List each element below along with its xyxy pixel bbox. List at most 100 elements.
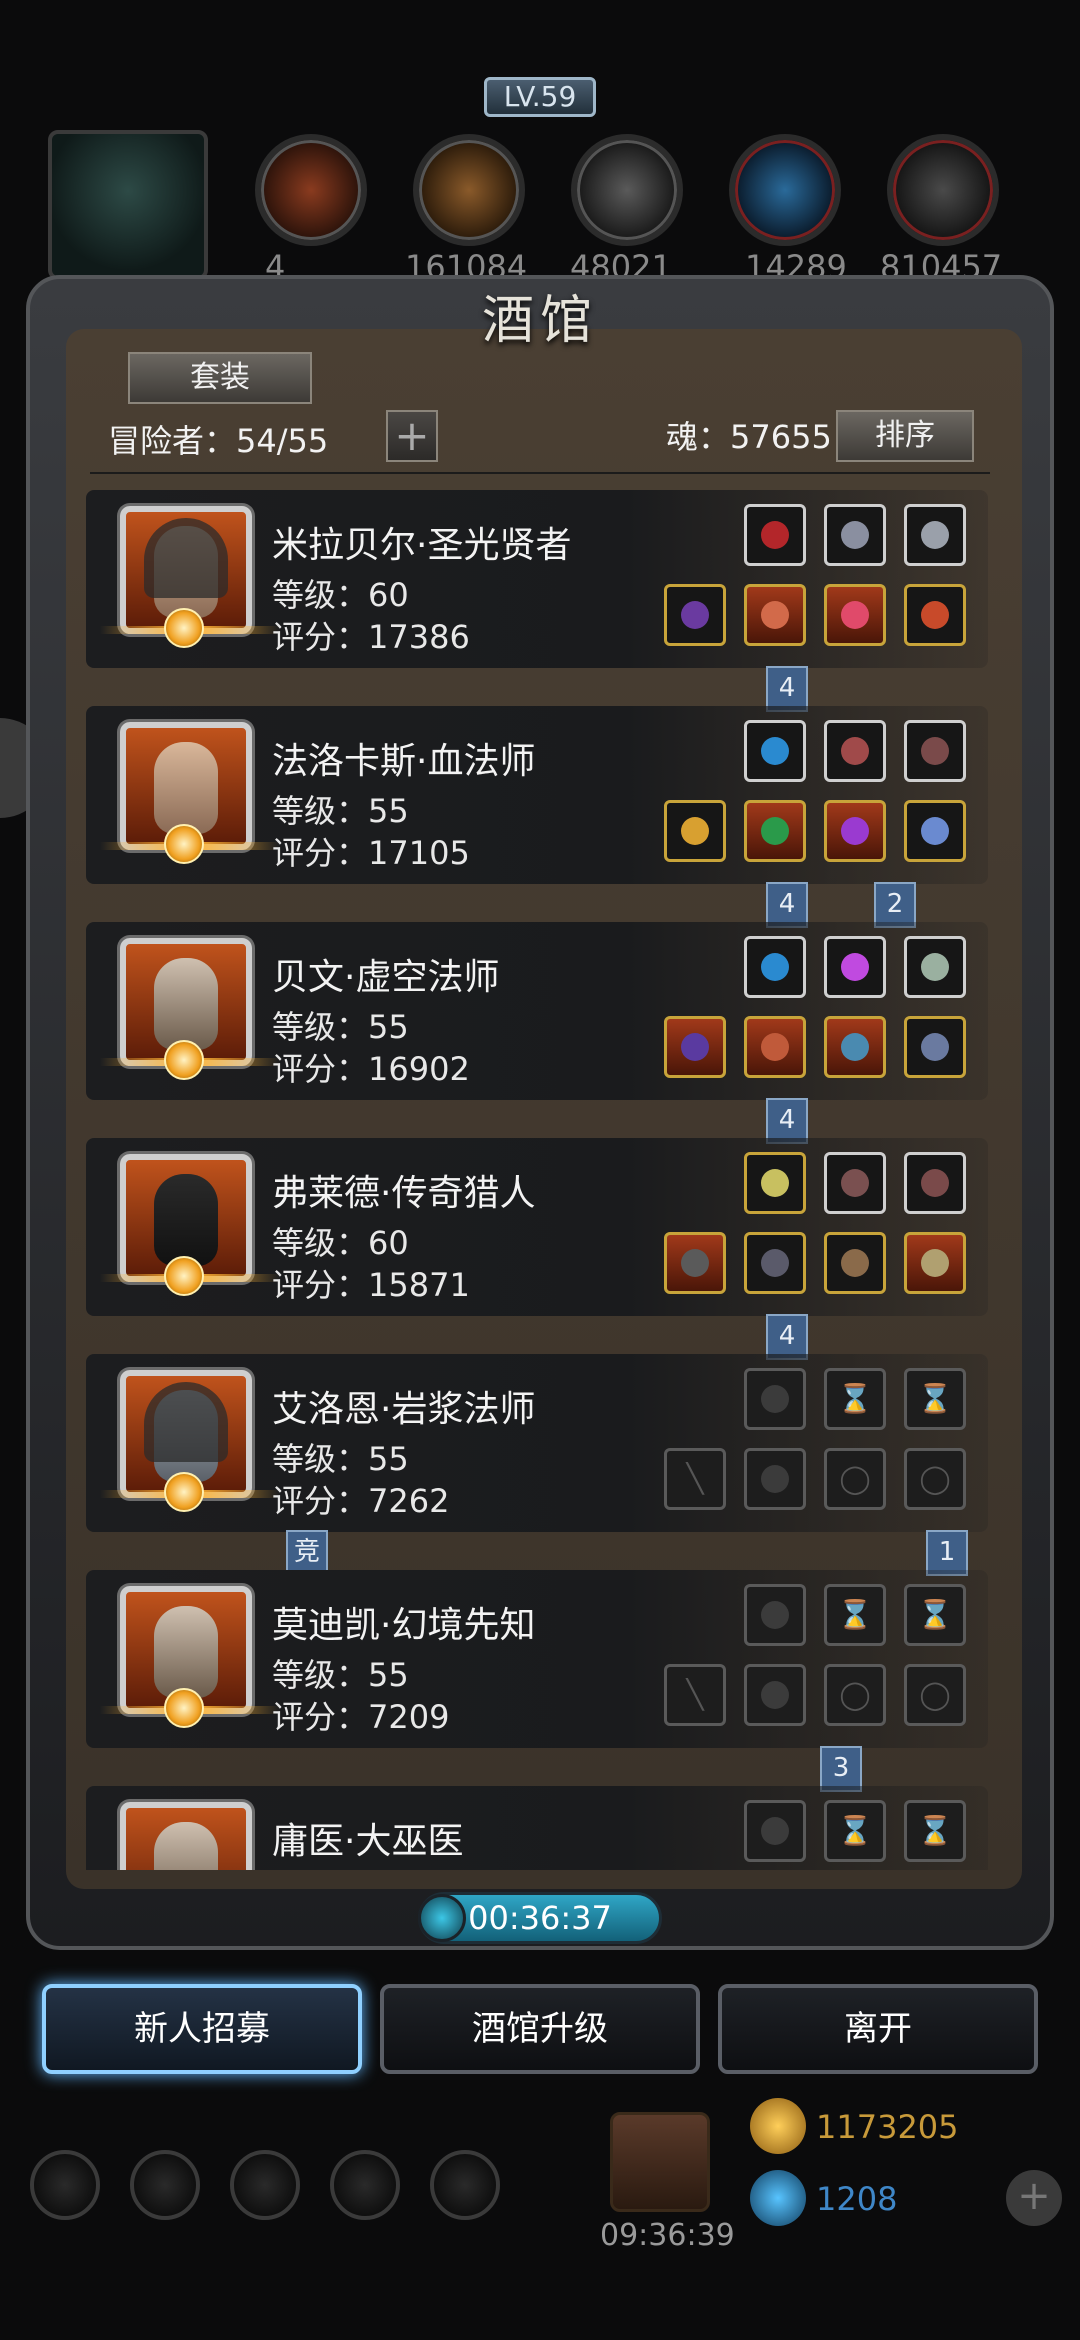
armor-slot[interactable] (744, 1232, 806, 1294)
rune-slot[interactable] (744, 936, 806, 998)
bottom-nav: 09:36:39 1173205 1208 + (30, 2098, 1062, 2300)
accessory-slot[interactable] (824, 584, 886, 646)
empty-rune-slot[interactable] (744, 1368, 806, 1430)
hero-name: 米拉贝尔·圣光贤者 (272, 525, 572, 566)
rank-medal-icon (164, 608, 204, 648)
hero-list[interactable]: 米拉贝尔·圣光贤者 等级：60 评分：17386 4 法洛卡斯·血法师 等级：5… (86, 490, 988, 1870)
hero-score: 评分：7262 (272, 1482, 450, 1520)
amulet-slot[interactable] (824, 504, 886, 566)
player-avatar[interactable] (48, 130, 208, 280)
empty-rune-slot[interactable] (744, 1584, 806, 1646)
hero-level: 等级：60 (272, 1224, 409, 1262)
add-slot-button[interactable]: + (386, 410, 438, 462)
gift-box-icon[interactable] (610, 2112, 710, 2212)
gift-timer: 09:36:39 (600, 2218, 735, 2253)
empty-armor-slot[interactable] (744, 1664, 806, 1726)
recruit-button[interactable]: 新人招募 (42, 1984, 362, 2074)
hero-row[interactable]: 法洛卡斯·血法师 等级：55 评分：17105 (86, 706, 988, 884)
shop-icon[interactable] (430, 2150, 500, 2220)
empty-gem-slot[interactable]: ⌛ (824, 1584, 886, 1646)
amulet-slot[interactable] (824, 1152, 886, 1214)
rank-medal-icon (164, 1688, 204, 1728)
upgrade-tavern-button[interactable]: 酒馆升级 (380, 1984, 700, 2074)
hero-name: 法洛卡斯·血法师 (272, 741, 536, 782)
hero-level: 等级：55 (272, 1008, 409, 1046)
empty-gem-slot[interactable]: ⌛ (904, 1584, 966, 1646)
hero-score: 评分：17386 (272, 618, 470, 656)
ore-resource-icon (887, 134, 999, 246)
empty-gem-slot[interactable]: ⌛ (824, 1800, 886, 1862)
meat-resource-icon (255, 134, 367, 246)
hero-score: 评分：7209 (272, 1698, 450, 1736)
armor-slot[interactable] (744, 1016, 806, 1078)
accessory-slot[interactable] (824, 1016, 886, 1078)
sort-button[interactable]: 排序 (836, 410, 974, 462)
hero-row[interactable]: 米拉贝尔·圣光贤者 等级：60 评分：17386 (86, 490, 988, 668)
rank-medal-icon (164, 1040, 204, 1080)
ring-slot[interactable] (904, 504, 966, 566)
armor-slot[interactable] (744, 584, 806, 646)
page-title: 酒馆 (481, 291, 598, 351)
empty-weapon-slot[interactable]: ╲ (664, 1664, 726, 1726)
empty-weapon-slot[interactable]: ╲ (664, 1448, 726, 1510)
clock-icon (418, 1894, 466, 1942)
mail-icon[interactable] (330, 2150, 400, 2220)
wood-resource-icon (413, 134, 525, 246)
hero-level: 等级：60 (272, 576, 409, 614)
gold-amount: 1173205 (816, 2108, 959, 2146)
accessory-slot[interactable] (824, 800, 886, 862)
armor-slot[interactable] (744, 800, 806, 862)
hero-menu-icon[interactable] (130, 2150, 200, 2220)
weapon-slot[interactable] (664, 1016, 726, 1078)
weapon-slot[interactable] (664, 584, 726, 646)
hero-name: 艾洛恩·岩浆法师 (272, 1389, 536, 1430)
ring-slot[interactable] (904, 720, 966, 782)
hero-name: 莫迪凯·幻境先知 (272, 1605, 536, 1646)
gem-icon (750, 2170, 806, 2226)
accessory-slot[interactable] (824, 1232, 886, 1294)
tavern-level-badge: LV.59 (484, 77, 596, 117)
hero-level: 等级：55 (272, 792, 409, 830)
empty-gem-slot[interactable]: ⌛ (904, 1368, 966, 1430)
empty-armor-slot[interactable] (744, 1448, 806, 1510)
empty-rune-slot[interactable] (744, 1800, 806, 1862)
hero-name: 弗莱德·传奇猎人 (272, 1173, 536, 1214)
empty-gem-slot[interactable]: ⌛ (824, 1368, 886, 1430)
trinket-slot[interactable] (904, 1016, 966, 1078)
leave-button[interactable]: 离开 (718, 1984, 1038, 2074)
title-plate: 酒馆 (415, 278, 665, 368)
hero-score: 评分：17105 (272, 834, 470, 872)
trinket-slot[interactable] (904, 800, 966, 862)
amulet-slot[interactable] (824, 720, 886, 782)
hero-score: 评分：16902 (272, 1050, 470, 1088)
rune-slot[interactable] (744, 504, 806, 566)
ring-slot[interactable] (904, 936, 966, 998)
rune-slot[interactable] (744, 720, 806, 782)
trinket-slot[interactable] (904, 584, 966, 646)
empty-ring-slot[interactable]: ◯ (904, 1448, 966, 1510)
set-button[interactable]: 套装 (128, 352, 312, 404)
gem-slot[interactable] (824, 936, 886, 998)
empty-gem-slot[interactable]: ⌛ (904, 1800, 966, 1862)
hero-level: 等级：55 (272, 1656, 409, 1694)
ring-slot[interactable] (904, 1152, 966, 1214)
hero-row[interactable]: 贝文·虚空法师 等级：55 评分：16902 (86, 922, 988, 1100)
hero-row[interactable]: 莫迪凯·幻境先知 等级：55 评分：7209 ⌛ ⌛ ╲ ◯ ◯ (86, 1570, 988, 1748)
add-currency-button[interactable]: + (1006, 2170, 1062, 2226)
rank-medal-icon (164, 1472, 204, 1512)
crystal-resource-icon (729, 134, 841, 246)
weapon-slot[interactable] (664, 1232, 726, 1294)
rune-slot[interactable] (744, 1152, 806, 1214)
weapon-slot[interactable] (664, 800, 726, 862)
trinket-slot[interactable] (904, 1232, 966, 1294)
settings-icon[interactable] (30, 2150, 100, 2220)
hero-row[interactable]: 弗莱德·传奇猎人 等级：60 评分：15871 (86, 1138, 988, 1316)
iron-resource-icon (571, 134, 683, 246)
empty-ring-slot[interactable]: ◯ (904, 1664, 966, 1726)
guild-icon[interactable] (230, 2150, 300, 2220)
hero-row[interactable]: 艾洛恩·岩浆法师 等级：55 评分：7262 ⌛ ⌛ ╲ ◯ ◯ (86, 1354, 988, 1532)
empty-ring-slot[interactable]: ◯ (824, 1664, 886, 1726)
hero-score: 评分：15871 (272, 1266, 470, 1304)
empty-ring-slot[interactable]: ◯ (824, 1448, 886, 1510)
hero-row[interactable]: 庸医·大巫医 ⌛ ⌛ (86, 1786, 988, 1870)
